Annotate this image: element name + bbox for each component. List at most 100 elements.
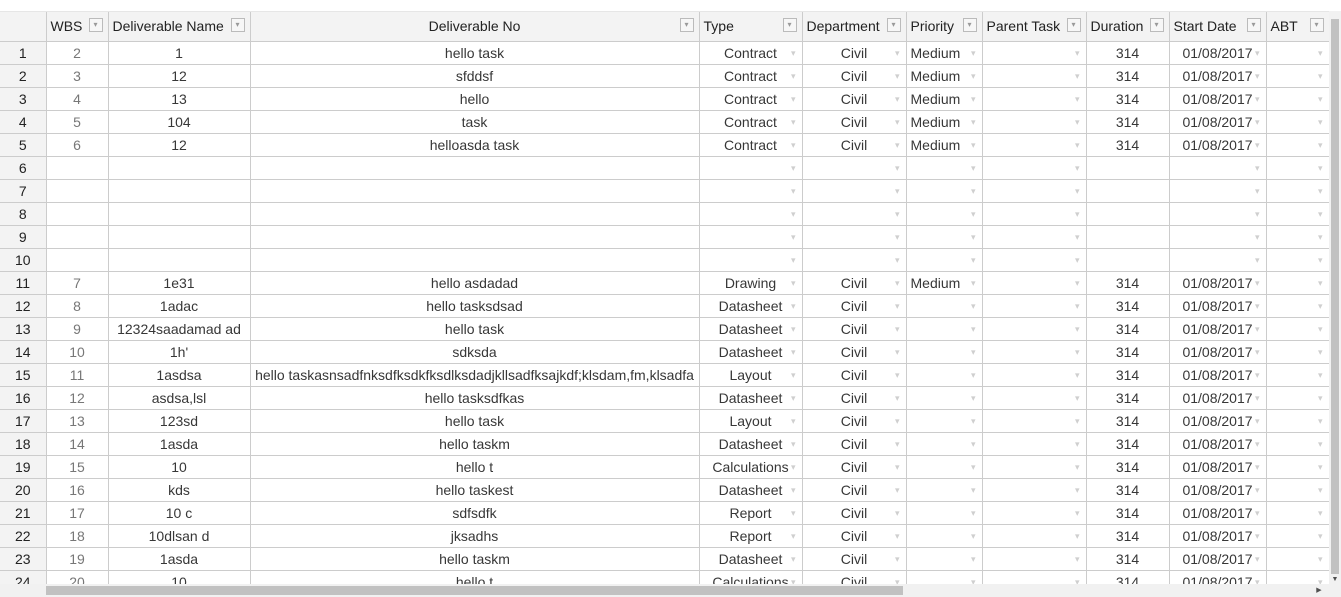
wbs-cell[interactable]: 3	[46, 64, 109, 88]
department-cell[interactable]: Civil ▾	[802, 294, 907, 318]
column-header-duration[interactable]: Duration ▾	[1086, 12, 1170, 42]
type-cell[interactable]: ▾	[699, 248, 803, 272]
dropdown-arrow-icon[interactable]: ▾	[1318, 410, 1323, 432]
table-row[interactable]: 18 14 1asda hello taskm Datasheet ▾ Civil ▾ ▾ ▾ 31…	[0, 432, 1329, 456]
priority-cell[interactable]: Medium ▾	[906, 87, 983, 111]
deliverable-name-cell[interactable]: 1h'	[108, 340, 251, 364]
duration-cell[interactable]: 314	[1086, 271, 1170, 295]
row-number[interactable]: 20	[0, 478, 47, 502]
department-cell[interactable]: Civil ▾	[802, 133, 907, 157]
abt-cell[interactable]: ▾	[1266, 202, 1329, 226]
filter-icon[interactable]: ▾	[88, 18, 103, 32]
row-number[interactable]: 9	[0, 225, 47, 249]
department-cell[interactable]: Civil ▾	[802, 409, 907, 433]
priority-cell[interactable]: ▾	[906, 570, 983, 584]
table-row[interactable]: 4 5 104 task Contract ▾ Civil ▾ Medium ▾ ▾ 314 01/08…	[0, 110, 1329, 134]
dropdown-arrow-icon[interactable]: ▾	[895, 65, 900, 87]
parent-task-cell[interactable]: ▾	[982, 87, 1087, 111]
dropdown-arrow-icon[interactable]: ▾	[1318, 548, 1323, 570]
parent-task-cell[interactable]: ▾	[982, 179, 1087, 203]
deliverable-no-cell[interactable]	[250, 156, 700, 180]
abt-cell[interactable]: ▾	[1266, 524, 1329, 548]
wbs-cell[interactable]: 12	[46, 386, 109, 410]
priority-cell[interactable]: ▾	[906, 432, 983, 456]
dropdown-arrow-icon[interactable]: ▾	[1255, 548, 1260, 570]
type-cell[interactable]: Datasheet ▾	[699, 294, 803, 318]
deliverable-no-cell[interactable]	[250, 202, 700, 226]
wbs-cell[interactable]	[46, 202, 109, 226]
dropdown-arrow-icon[interactable]: ▾	[895, 571, 900, 585]
dropdown-arrow-icon[interactable]: ▾	[895, 134, 900, 156]
filter-icon[interactable]: ▾	[1066, 18, 1081, 32]
priority-cell[interactable]: ▾	[906, 363, 983, 387]
dropdown-arrow-icon[interactable]: ▾	[1255, 111, 1260, 133]
table-row[interactable]: 7 ▾ ▾ ▾ ▾ ▾ ▾	[0, 179, 1329, 203]
abt-cell[interactable]: ▾	[1266, 271, 1329, 295]
dropdown-arrow-icon[interactable]: ▾	[1075, 249, 1080, 271]
dropdown-arrow-icon[interactable]: ▾	[1255, 272, 1260, 294]
type-cell[interactable]: Calculations ▾	[699, 455, 803, 479]
wbs-cell[interactable]: 11	[46, 363, 109, 387]
priority-cell[interactable]: Medium ▾	[906, 133, 983, 157]
duration-cell[interactable]: 314	[1086, 64, 1170, 88]
abt-cell[interactable]: ▾	[1266, 409, 1329, 433]
priority-cell[interactable]: ▾	[906, 156, 983, 180]
dropdown-arrow-icon[interactable]: ▾	[895, 111, 900, 133]
duration-cell[interactable]	[1086, 179, 1170, 203]
row-number[interactable]: 8	[0, 202, 47, 226]
dropdown-arrow-icon[interactable]: ▾	[1255, 479, 1260, 501]
filter-icon[interactable]: ▾	[679, 18, 694, 32]
priority-cell[interactable]: ▾	[906, 294, 983, 318]
column-header-abt[interactable]: ABT ▾	[1266, 12, 1329, 42]
deliverable-name-cell[interactable]: 123sd	[108, 409, 251, 433]
dropdown-arrow-icon[interactable]: ▾	[1255, 42, 1260, 64]
deliverable-no-cell[interactable]	[250, 179, 700, 203]
dropdown-arrow-icon[interactable]: ▾	[895, 249, 900, 271]
row-number[interactable]: 15	[0, 363, 47, 387]
dropdown-arrow-icon[interactable]: ▾	[895, 341, 900, 363]
duration-cell[interactable]: 314	[1086, 41, 1170, 65]
parent-task-cell[interactable]: ▾	[982, 64, 1087, 88]
column-header-priority[interactable]: Priority ▾	[906, 12, 983, 42]
wbs-cell[interactable]: 10	[46, 340, 109, 364]
start-date-cell[interactable]: 01/08/2017 ▾	[1169, 41, 1267, 65]
dropdown-arrow-icon[interactable]: ▾	[971, 42, 976, 64]
deliverable-no-cell[interactable]: hello taskm	[250, 547, 700, 571]
dropdown-arrow-icon[interactable]: ▾	[1255, 502, 1260, 524]
type-cell[interactable]: Contract ▾	[699, 110, 803, 134]
dropdown-arrow-icon[interactable]: ▾	[1318, 387, 1323, 409]
wbs-cell[interactable]: 20	[46, 570, 109, 584]
dropdown-arrow-icon[interactable]: ▾	[1318, 433, 1323, 455]
abt-cell[interactable]: ▾	[1266, 570, 1329, 584]
dropdown-arrow-icon[interactable]: ▾	[1318, 295, 1323, 317]
dropdown-arrow-icon[interactable]: ▾	[1075, 272, 1080, 294]
dropdown-arrow-icon[interactable]: ▾	[1255, 295, 1260, 317]
deliverable-name-cell[interactable]	[108, 248, 251, 272]
dropdown-arrow-icon[interactable]: ▾	[791, 65, 796, 87]
start-date-cell[interactable]: 01/08/2017 ▾	[1169, 363, 1267, 387]
department-cell[interactable]: Civil ▾	[802, 386, 907, 410]
dropdown-arrow-icon[interactable]: ▾	[1075, 387, 1080, 409]
dropdown-arrow-icon[interactable]: ▾	[1255, 456, 1260, 478]
dropdown-arrow-icon[interactable]: ▾	[791, 111, 796, 133]
start-date-cell[interactable]: 01/08/2017 ▾	[1169, 87, 1267, 111]
priority-cell[interactable]: ▾	[906, 386, 983, 410]
row-number[interactable]: 18	[0, 432, 47, 456]
dropdown-arrow-icon[interactable]: ▾	[1318, 456, 1323, 478]
abt-cell[interactable]: ▾	[1266, 340, 1329, 364]
dropdown-arrow-icon[interactable]: ▾	[791, 341, 796, 363]
row-number[interactable]: 17	[0, 409, 47, 433]
deliverable-no-cell[interactable]: jksadhs	[250, 524, 700, 548]
dropdown-arrow-icon[interactable]: ▾	[1318, 180, 1323, 202]
dropdown-arrow-icon[interactable]: ▾	[1075, 318, 1080, 340]
department-cell[interactable]: Civil ▾	[802, 524, 907, 548]
dropdown-arrow-icon[interactable]: ▾	[791, 318, 796, 340]
column-header-start-date[interactable]: Start Date ▾	[1169, 12, 1267, 42]
parent-task-cell[interactable]: ▾	[982, 363, 1087, 387]
type-cell[interactable]: ▾	[699, 156, 803, 180]
duration-cell[interactable]: 314	[1086, 432, 1170, 456]
dropdown-arrow-icon[interactable]: ▾	[895, 180, 900, 202]
start-date-cell[interactable]: 01/08/2017 ▾	[1169, 409, 1267, 433]
column-header-parent-task[interactable]: Parent Task ▾	[982, 12, 1087, 42]
table-row[interactable]: 14 10 1h' sdksda Datasheet ▾ Civil ▾ ▾ ▾ 314 01/08/…	[0, 340, 1329, 364]
